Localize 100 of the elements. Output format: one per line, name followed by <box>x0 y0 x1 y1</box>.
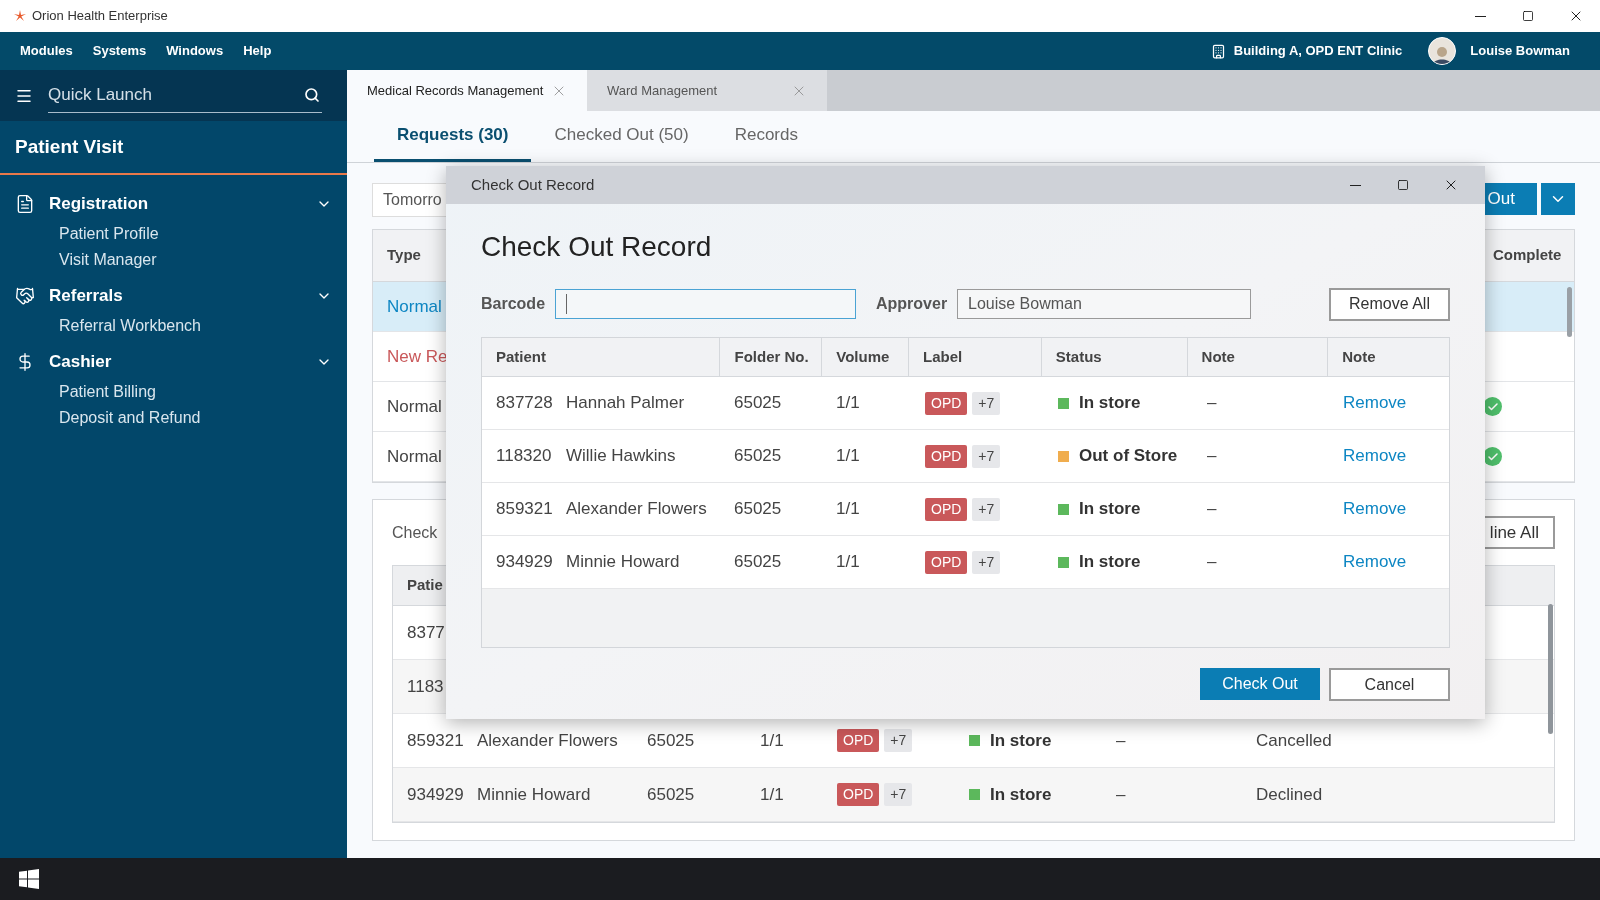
note-cell-text: – <box>1116 729 1127 752</box>
status-text: In store <box>990 729 1052 752</box>
volume-cell-text: 1/1 <box>835 498 861 521</box>
name-cell-text: Minnie Howard <box>477 783 592 806</box>
document-tab[interactable]: Ward Management <box>587 70 827 111</box>
view-tab[interactable]: Requests (30) <box>374 111 532 162</box>
remove-link[interactable]: Remove <box>1343 390 1407 416</box>
status-text: Out of Store <box>1079 445 1178 468</box>
count-tag: +7 <box>884 729 913 752</box>
column-header: Status <box>1040 338 1187 376</box>
status-text: In store <box>1079 551 1141 574</box>
id-cell-text: 934929 <box>406 783 465 806</box>
nav-item[interactable]: Patient Billing <box>0 379 347 405</box>
type-cell-text: Normal <box>386 445 442 468</box>
field-label: Approver <box>876 294 949 314</box>
maximize-icon <box>1397 179 1409 191</box>
folder-cell-text: 65025 <box>647 783 696 806</box>
count-tag: +7 <box>972 550 1001 574</box>
check-out-button[interactable]: Check Out <box>1200 668 1320 700</box>
search-icon[interactable] <box>304 87 320 103</box>
menu-item[interactable]: Help <box>233 41 282 61</box>
field-label: Barcode <box>481 294 547 314</box>
volume-cell-text: 1/1 <box>760 729 785 752</box>
windows-logo-icon[interactable] <box>19 869 39 889</box>
remove-link[interactable]: Remove <box>1343 496 1407 522</box>
view-tab[interactable]: Checked Out (50) <box>531 111 712 162</box>
remove-all-button[interactable]: Remove All <box>1329 287 1450 321</box>
scrollbar <box>1567 287 1572 337</box>
name-cell-text: Alexander Flowers <box>566 498 707 521</box>
id-cell-text: 837728 <box>496 392 554 415</box>
folder-cell-text: 65025 <box>647 729 696 752</box>
count-tag: +7 <box>972 497 1001 521</box>
count-tag: +7 <box>972 444 1001 468</box>
user-name: Louise Bowman <box>1470 42 1570 61</box>
nav-item[interactable]: Patient Profile <box>0 221 347 247</box>
remove-link[interactable]: Remove <box>1343 443 1407 469</box>
state-cell-text: Declined <box>1256 783 1323 806</box>
id-cell-text: 859321 <box>406 729 465 752</box>
nav-item[interactable]: Referral Workbench <box>0 313 347 339</box>
type-cell-text: New Re <box>386 345 448 368</box>
maximize-icon <box>1522 10 1534 22</box>
nav-group[interactable]: Cashier <box>0 345 347 379</box>
note-cell-text: – <box>1206 445 1218 468</box>
nav-item[interactable]: Visit Manager <box>0 247 347 273</box>
status-text: In store <box>990 783 1052 806</box>
document-icon <box>15 194 35 214</box>
nav-item[interactable]: Deposit and Refund <box>0 405 347 431</box>
id-cell-text: 859321 <box>496 498 554 521</box>
label-tag: OPD <box>925 444 968 468</box>
dialog-title: Check Out Record <box>471 174 595 195</box>
section-title: Patient Visit <box>15 134 124 159</box>
type-cell-text: Normal <box>386 295 442 318</box>
nav-group[interactable]: Referrals <box>0 279 347 313</box>
document-tab[interactable]: Medical Records Management <box>347 70 587 111</box>
folder-cell-text: 65025 <box>733 551 783 574</box>
volume-cell-text: 1/1 <box>835 392 861 415</box>
name-cell-text: Willie Hawkins <box>566 445 676 468</box>
count-tag: +7 <box>972 391 1001 415</box>
folder-cell-text: 65025 <box>733 498 783 521</box>
name-cell-text: Minnie Howard <box>566 551 680 574</box>
location-text: Building A, OPD ENT Clinic <box>1233 42 1403 61</box>
text-caret <box>566 294 567 314</box>
dialog-heading: Check Out Record <box>481 230 713 264</box>
barcode-field[interactable] <box>555 289 856 319</box>
note-cell-text: – <box>1206 551 1218 574</box>
name-cell-text: Alexander Flowers <box>477 729 619 752</box>
status-text: In store <box>1079 392 1141 415</box>
label-tag: OPD <box>837 729 880 752</box>
remove-link[interactable]: Remove <box>1343 549 1407 575</box>
label-tag: OPD <box>925 550 968 574</box>
status-text: In store <box>1079 498 1141 521</box>
folder-cell-text: 65025 <box>733 445 783 468</box>
column-header: Type <box>386 245 421 266</box>
view-tab[interactable]: Records <box>711 111 821 162</box>
column-header: Patient <box>495 346 547 367</box>
state-cell-text: Cancelled <box>1256 729 1332 752</box>
column-header: Note <box>1327 338 1449 376</box>
dropdown-button[interactable] <box>1541 183 1575 215</box>
name-cell-text: Hannah Palmer <box>566 392 685 415</box>
note-cell-text: – <box>1116 783 1127 806</box>
note-cell-text: – <box>1206 392 1218 415</box>
menu-item[interactable]: Modules <box>10 41 83 61</box>
volume-cell-text: 1/1 <box>835 445 861 468</box>
folder-cell-text: 65025 <box>733 392 783 415</box>
approver-field[interactable]: Louise Bowman <box>957 289 1251 319</box>
minimize-icon <box>1474 15 1486 17</box>
menu-item[interactable]: Systems <box>82 41 157 61</box>
volume-cell-text: 1/1 <box>835 551 861 574</box>
volume-cell-text: 1/1 <box>760 783 785 806</box>
cancel-button[interactable]: Cancel <box>1329 668 1450 701</box>
app-logo-icon <box>14 10 26 22</box>
id-cell-text: 1183 <box>406 675 445 698</box>
minimize-icon <box>1349 184 1361 186</box>
column-header: Patie <box>406 575 443 596</box>
column-header: Folder No. <box>719 338 822 376</box>
id-cell-text: 934929 <box>496 551 554 574</box>
label-tag: OPD <box>925 497 968 521</box>
menu-item[interactable]: Windows <box>156 41 234 61</box>
nav-group[interactable]: Registration <box>0 187 347 221</box>
handshake-icon <box>15 286 35 306</box>
